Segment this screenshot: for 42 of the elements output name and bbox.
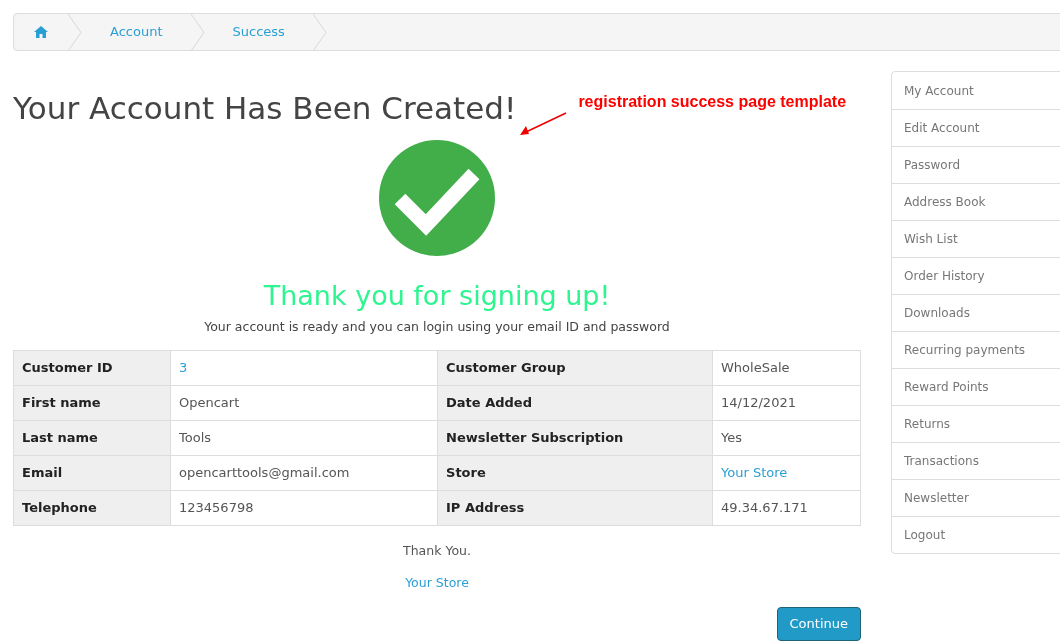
breadcrumb-link[interactable]: Success [232, 22, 285, 42]
table-cell: WholeSale [712, 350, 861, 385]
menu-item[interactable]: Recurring payments [892, 331, 1060, 368]
menu-item[interactable]: Downloads [892, 294, 1060, 331]
table-cell: 49.34.67.171 [712, 490, 861, 525]
table-cell: Customer Group [437, 350, 713, 385]
continue-button[interactable]: Continue [776, 607, 861, 641]
table-cell: Email [13, 455, 171, 490]
menu-item[interactable]: My Account [892, 72, 1060, 109]
annotation-text: registration success page template [578, 92, 847, 112]
menu-item[interactable]: Transactions [892, 442, 1060, 479]
menu-item[interactable]: Edit Account [892, 109, 1060, 146]
table-cell[interactable]: Your Store [712, 455, 861, 490]
table-cell: First name [13, 385, 171, 420]
menu-item[interactable]: Returns [892, 405, 1060, 442]
menu-item[interactable]: Logout [892, 516, 1060, 553]
thank-you-title: Thank you for signing up! [263, 279, 611, 313]
table-cell: Date Added [437, 385, 713, 420]
menu-item[interactable]: Order History [892, 257, 1060, 294]
table-cell: Yes [712, 420, 861, 455]
table-cell: Telephone [13, 490, 171, 525]
menu-item[interactable]: Newsletter [892, 479, 1060, 516]
table-cell: Tools [170, 420, 438, 455]
table-cell: Newsletter Subscription [437, 420, 713, 455]
table-cell: Customer ID [13, 350, 171, 385]
table-cell: 14/12/2021 [712, 385, 861, 420]
table-cell: IP Address [437, 490, 713, 525]
closing-text: Thank You. [403, 541, 471, 560]
breadcrumb-link[interactable]: Account [110, 22, 163, 42]
menu-item[interactable]: Address Book [892, 183, 1060, 220]
menu-item[interactable]: Reward Points [892, 368, 1060, 405]
table-cell[interactable]: 3 [170, 350, 438, 385]
table-cell: Store [437, 455, 713, 490]
table-cell: opencarttools@gmail.com [170, 455, 438, 490]
table-cell: 123456798 [170, 490, 438, 525]
menu-item[interactable]: Wish List [892, 220, 1060, 257]
page-title: Your Account Has Been Created! [13, 89, 517, 128]
table-cell: Opencart [170, 385, 438, 420]
ready-message: Your account is ready and you can login using your email ID and password [204, 317, 670, 336]
store-link[interactable]: Your Store [405, 574, 469, 593]
menu-item[interactable]: Password [892, 146, 1060, 183]
table-cell: Last name [13, 420, 171, 455]
